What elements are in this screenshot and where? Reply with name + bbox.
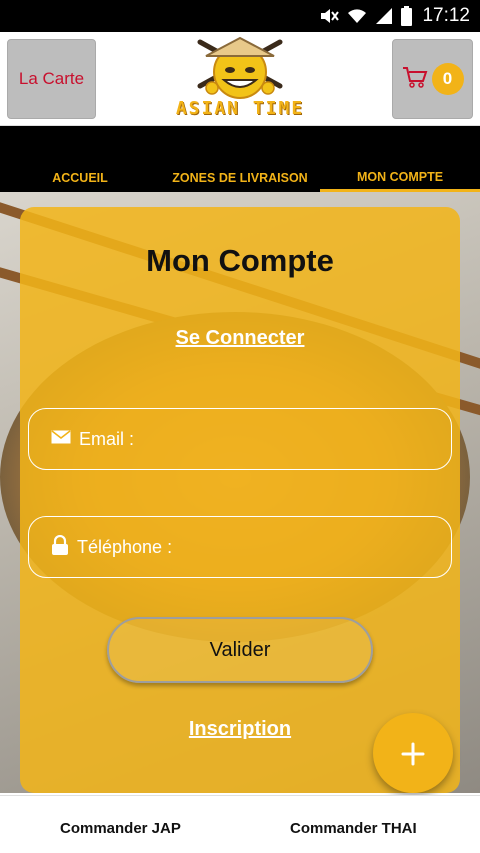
logo-wordmark: ASIAN TIME xyxy=(175,98,305,119)
mute-icon xyxy=(319,7,340,25)
app-header: La Carte ASIAN TIME 0 xyxy=(0,32,480,126)
page-title: Mon Compte xyxy=(146,243,334,278)
valider-label: Valider xyxy=(209,638,271,661)
wifi-icon xyxy=(347,7,367,25)
main-nav: ACCUEIL ZONES DE LIVRAISON MON COMPTE xyxy=(0,126,480,192)
cart-count-badge: 0 xyxy=(431,63,464,95)
logo-mascot-icon xyxy=(197,36,283,99)
plus-icon xyxy=(401,731,425,776)
tab-mon-compte[interactable]: MON COMPTE xyxy=(320,164,480,192)
email-input[interactable] xyxy=(79,428,379,450)
asian-time-logo: ASIAN TIME xyxy=(160,34,320,124)
status-bar: 17:12 xyxy=(0,0,480,32)
tab-zones-label: ZONES DE LIVRAISON xyxy=(172,171,308,185)
battery-icon xyxy=(401,6,413,26)
email-field[interactable] xyxy=(28,408,452,470)
envelope-icon xyxy=(51,429,71,449)
la-carte-button[interactable]: La Carte xyxy=(7,39,96,119)
bottom-bar: Commander JAP Commander THAI xyxy=(0,795,480,853)
tab-accueil[interactable]: ACCUEIL xyxy=(0,164,160,192)
se-connecter-link[interactable]: Se Connecter xyxy=(20,327,460,350)
tab-mon-compte-label: MON COMPTE xyxy=(356,169,444,184)
status-time: 17:12 xyxy=(422,5,470,26)
account-card: Mon Compte Se Connecter Valider Inscript… xyxy=(20,207,460,793)
phone-input[interactable] xyxy=(77,536,377,558)
phone-field[interactable] xyxy=(28,516,452,578)
cart-button[interactable]: 0 xyxy=(392,39,473,119)
valider-button[interactable]: Valider xyxy=(107,617,373,683)
commander-thai-button[interactable]: Commander THAI xyxy=(290,820,417,837)
cart-icon xyxy=(402,65,428,94)
lock-icon xyxy=(51,534,69,560)
tab-accueil-label: ACCUEIL xyxy=(52,171,108,185)
tab-zones-de-livraison[interactable]: ZONES DE LIVRAISON xyxy=(160,164,320,192)
signal-icon xyxy=(375,7,393,25)
commander-jap-button[interactable]: Commander JAP xyxy=(60,820,181,837)
add-fab-button[interactable] xyxy=(373,713,453,793)
la-carte-label: La Carte xyxy=(18,69,85,88)
